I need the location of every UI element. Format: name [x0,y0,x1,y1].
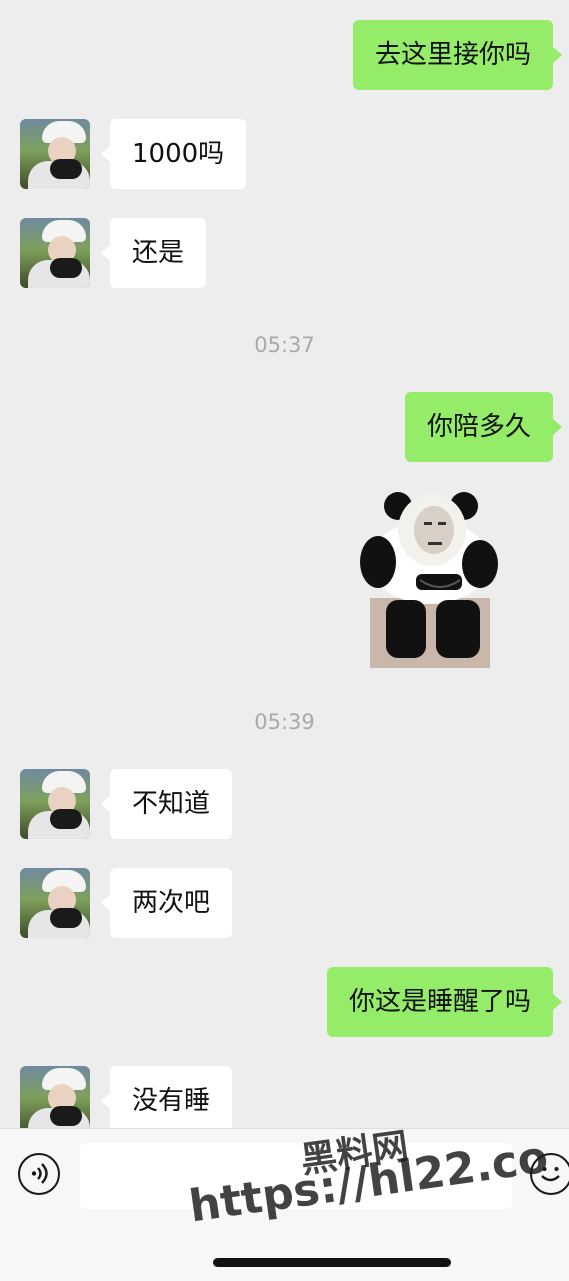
message-timestamp: 05:39 [254,710,315,734]
home-indicator [213,1258,451,1267]
contact-avatar[interactable] [20,218,90,288]
message-row: 没有睡 [0,1066,569,1128]
message-bubble-self[interactable]: 你陪多久 [404,392,563,462]
message-timestamp: 05:37 [254,333,315,357]
chat-message-list[interactable]: 去这里接你吗 1000吗 还是 05:37 你陪多久 05:39 不知道 两次吧… [0,0,569,1128]
message-bubble-self[interactable]: 你这是睡醒了吗 [326,967,563,1037]
message-row: 不知道 [0,769,569,839]
message-bubble-other[interactable]: 还是 [100,218,207,288]
contact-avatar[interactable] [20,119,90,189]
message-row: 你这是睡醒了吗 [0,967,569,1037]
message-row: 你陪多久 [0,392,569,462]
message-bubble-other[interactable]: 没有睡 [100,1066,233,1128]
message-bubble-self[interactable]: 去这里接你吗 [352,20,563,90]
message-row: 两次吧 [0,868,569,938]
contact-avatar[interactable] [20,868,90,938]
voice-icon[interactable] [18,1153,60,1195]
message-row: 还是 [0,218,569,288]
message-row: 1000吗 [0,119,569,189]
message-bubble-other[interactable]: 1000吗 [100,119,247,189]
message-bubble-other[interactable]: 不知道 [100,769,233,839]
contact-avatar[interactable] [20,1066,90,1128]
message-row: 去这里接你吗 [0,20,569,90]
contact-avatar[interactable] [20,769,90,839]
message-bubble-other[interactable]: 两次吧 [100,868,233,938]
panda-meme-sticker[interactable] [360,490,500,668]
